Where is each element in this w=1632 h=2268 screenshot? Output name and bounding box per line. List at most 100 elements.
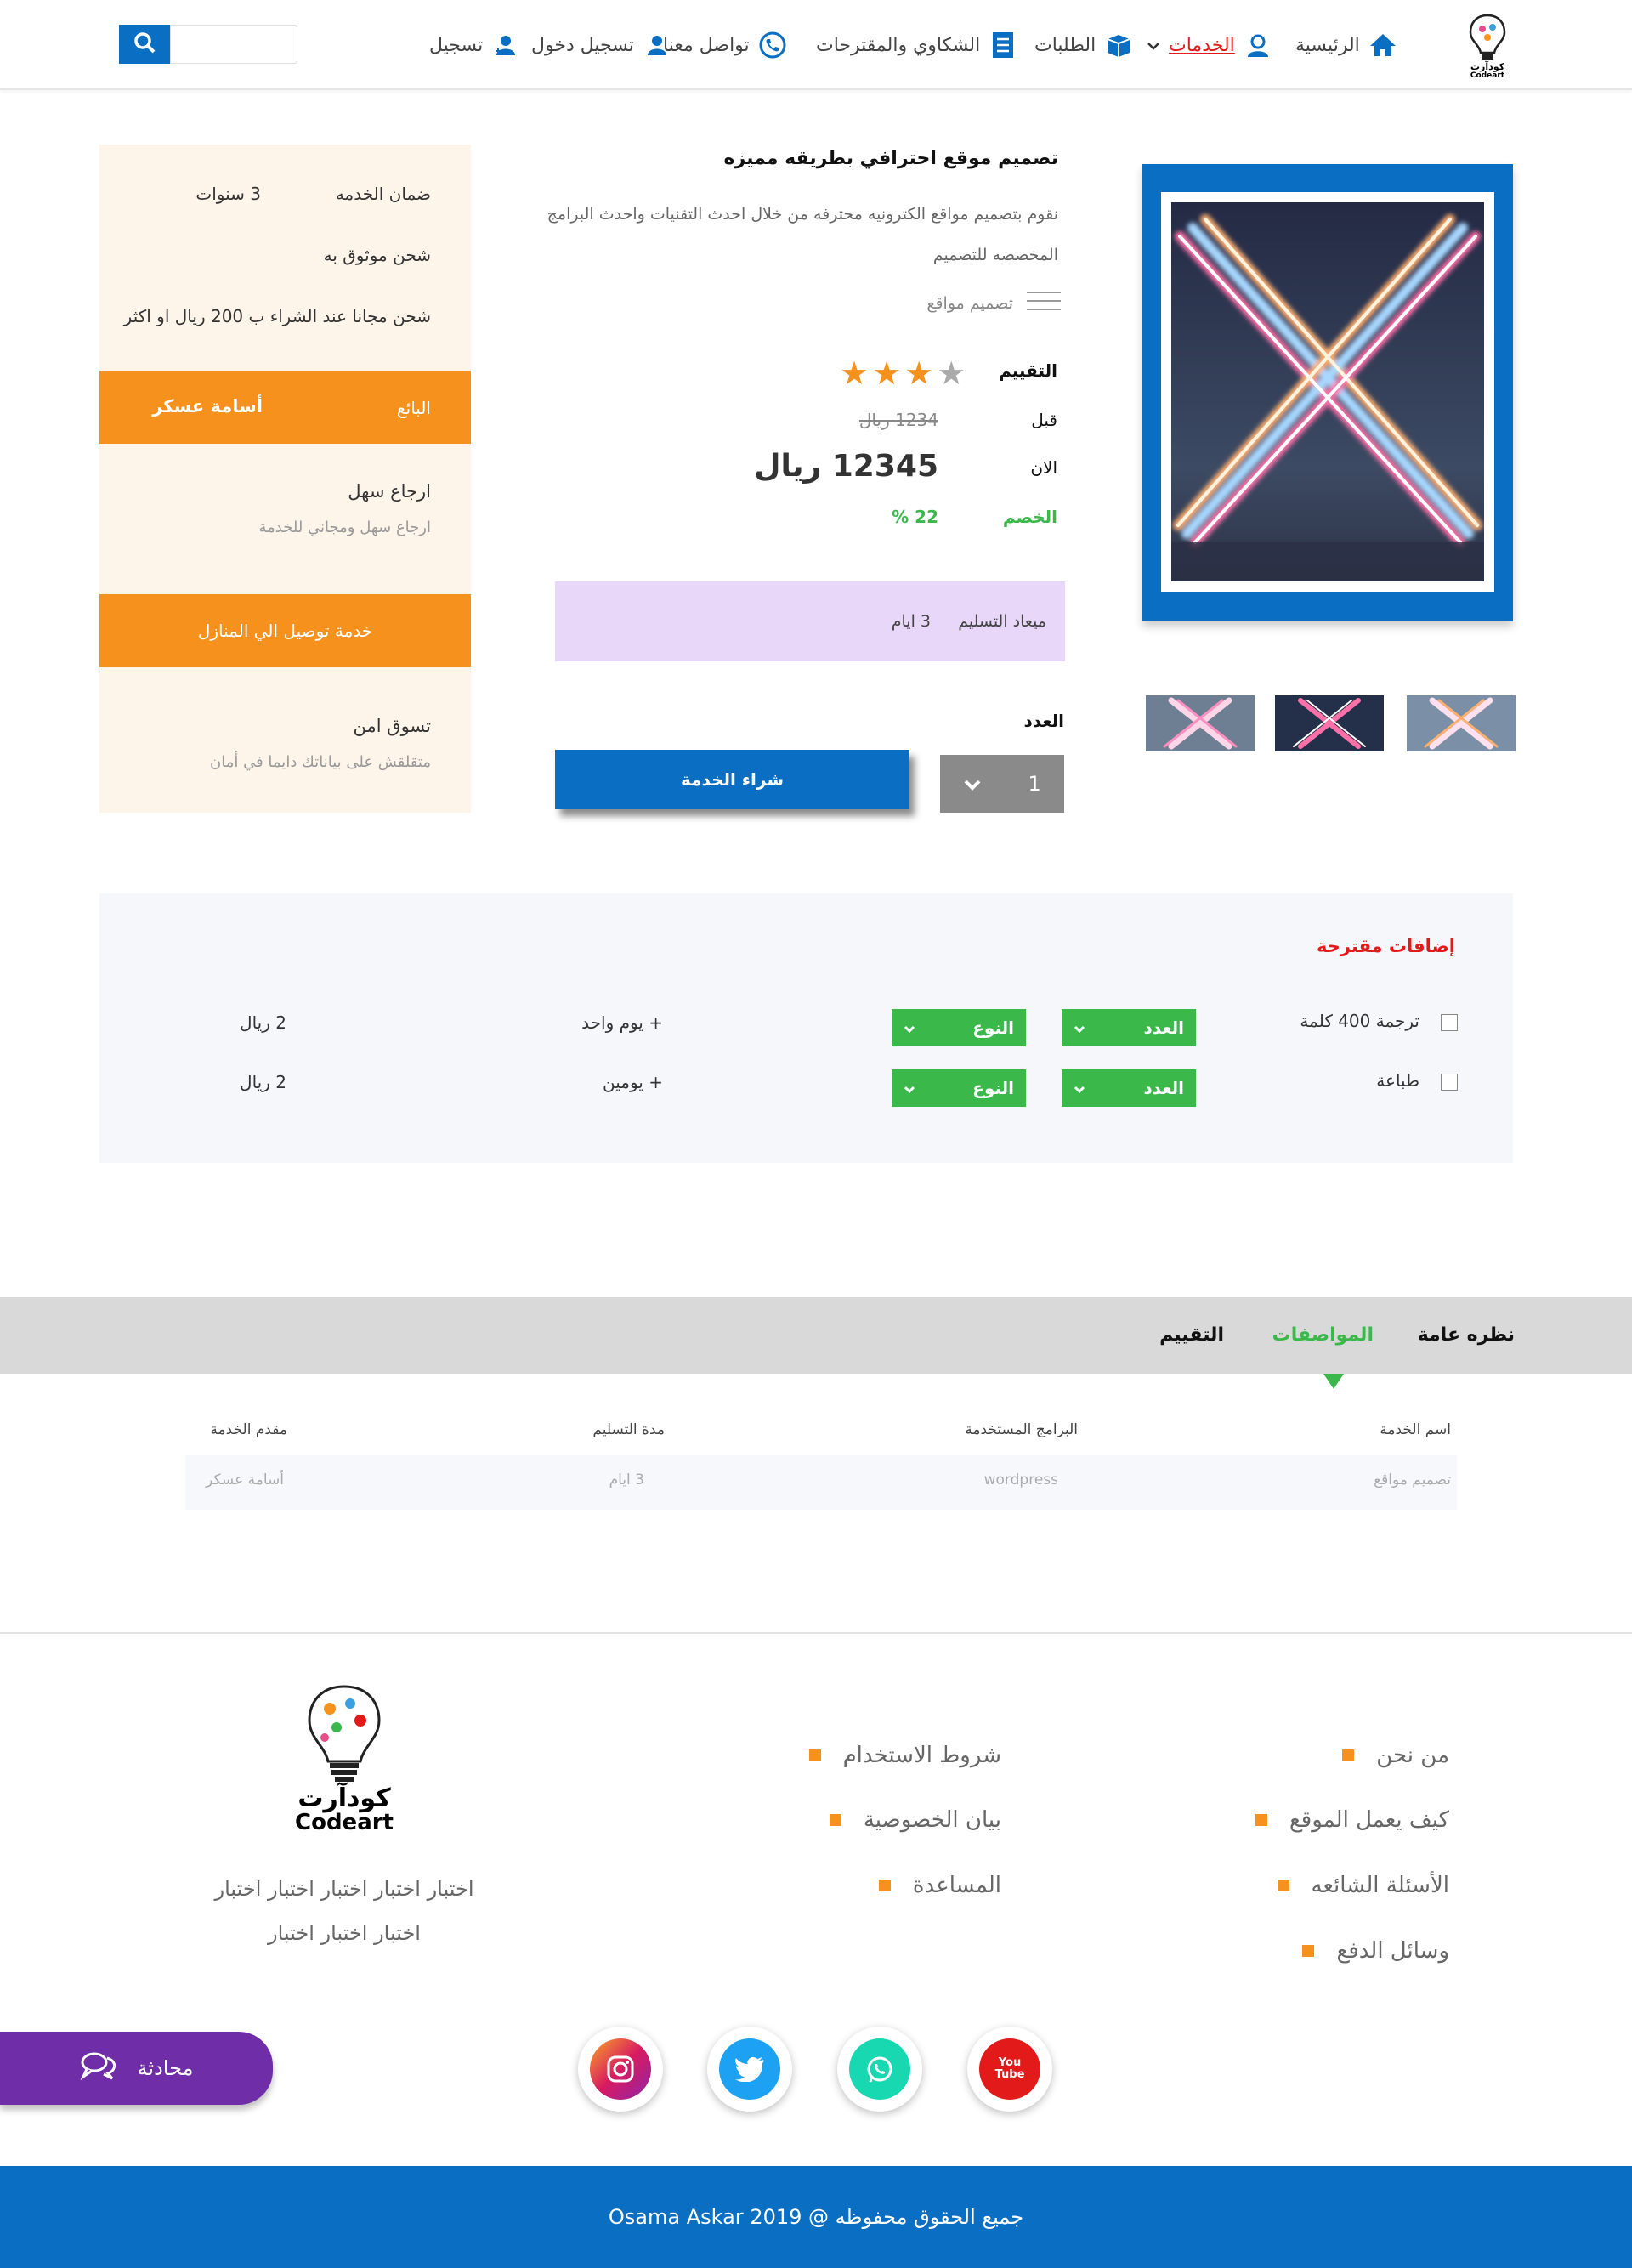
quantity-label: العدد: [1023, 711, 1064, 731]
rating-label: التقييم: [999, 360, 1057, 381]
addon-price: 2 ريال: [240, 1012, 286, 1033]
delivery-label: ميعاد التسليم: [958, 612, 1046, 631]
footer-logo[interactable]: كودآرت Codeart: [289, 1683, 400, 1835]
tab-specs[interactable]: المواصفات: [1272, 1324, 1374, 1346]
category-label: تصميم مواقع: [926, 293, 1013, 313]
footer-link[interactable]: الأسئلة الشائعه: [1277, 1873, 1449, 1898]
nav-complaints-label: الشكاوي والمقترحات: [816, 34, 981, 56]
nav-orders-label: الطلبات: [1034, 34, 1096, 56]
search-input[interactable]: [170, 25, 298, 64]
youtube-button[interactable]: You Tube: [967, 2027, 1052, 2112]
bullet-icon: [878, 1880, 891, 1891]
service-info-panel: ضمان الخدمه 3 سنوات شحن موثوق به شحن مجا…: [99, 145, 471, 813]
nav-login[interactable]: تسجيل دخول: [531, 26, 672, 65]
product-thumbnail[interactable]: [1146, 695, 1255, 751]
star-filled-icon: ★: [904, 354, 934, 392]
addon-checkbox[interactable]: [1441, 1074, 1458, 1091]
twitter-icon: [719, 2038, 780, 2100]
details-tabs: نظره عامة المواصفات التقييم: [0, 1297, 1632, 1374]
whatsapp-icon: [849, 2038, 910, 2100]
spec-header: مقدم الخدمة: [210, 1421, 287, 1438]
addon-price: 2 ريال: [240, 1072, 286, 1092]
footer-link[interactable]: من نحن: [1342, 1743, 1449, 1768]
footer-link[interactable]: وسائل الدفع: [1302, 1938, 1449, 1964]
chat-button[interactable]: محادثة: [0, 2032, 273, 2105]
product-title: تصميم موقع احترافي بطريقه مميزه: [723, 148, 1058, 169]
addon-duration: + يومين: [603, 1072, 663, 1092]
product-thumbnail[interactable]: [1275, 695, 1384, 751]
now-price: 12345 ريال: [754, 449, 938, 484]
product-thumbnail[interactable]: [1407, 695, 1516, 751]
user-add-icon: [491, 31, 520, 60]
footer-about-line: اختبار اختبار اختبار اختبار اختبار: [214, 1877, 474, 1901]
spec-row: [185, 1455, 1457, 1510]
return-subtitle: ارجاع سهل ومجاني للخدمة: [258, 519, 431, 536]
footer-link[interactable]: شروط الاستخدام: [808, 1743, 1001, 1768]
nav-complaints[interactable]: الشكاوي والمقترحات: [816, 26, 1017, 65]
quantity-select[interactable]: 1: [940, 755, 1064, 813]
copyright-text: جميع الحقوق محفوظه @ 2019 Osama Askar: [608, 2205, 1024, 2229]
addon-name: طباعة: [1376, 1070, 1420, 1091]
home-delivery-bar[interactable]: خدمة توصيل الي المنازل: [99, 594, 471, 667]
seller-bar[interactable]: البائع أسامة عسكر: [99, 371, 471, 444]
chevron-down-icon: [904, 1078, 915, 1098]
addon-count-label: العدد: [1143, 1018, 1184, 1038]
addon-type-select[interactable]: النوع: [892, 1069, 1026, 1107]
product-description: نقوم بتصميم مواقع الكترونيه محترفه من خل…: [547, 205, 1058, 264]
tab-reviews[interactable]: التقييم: [1159, 1324, 1224, 1346]
logo[interactable]: كودآرت Codeart: [1464, 12, 1511, 80]
footer-link-label: وسائل الدفع: [1336, 1938, 1449, 1964]
chevron-down-icon: [1147, 35, 1160, 56]
addon-name: ترجمة 400 كلمة: [1300, 1011, 1420, 1031]
product-category[interactable]: تصميم مواقع: [926, 291, 1061, 315]
bullet-icon: [808, 1749, 821, 1761]
copyright-bar: جميع الحقوق محفوظه @ 2019 Osama Askar: [0, 2166, 1632, 2268]
footer-link[interactable]: بيان الخصوصية: [829, 1807, 1001, 1833]
addon-count-select[interactable]: العدد: [1062, 1069, 1196, 1107]
addon-count-select[interactable]: العدد: [1062, 1009, 1196, 1046]
buy-service-button[interactable]: شراء الخدمة: [555, 750, 910, 809]
svg-text:كودآرت: كودآرت: [1470, 60, 1505, 72]
addon-type-label: النوع: [972, 1078, 1014, 1098]
addon-checkbox[interactable]: [1441, 1014, 1458, 1031]
spec-value: 3 ايام: [609, 1471, 644, 1488]
footer-link-label: شروط الاستخدام: [842, 1743, 1001, 1768]
nav-register[interactable]: تسجيل: [429, 26, 520, 65]
support-icon: [1244, 31, 1272, 60]
footer-link[interactable]: المساعدة: [878, 1873, 1001, 1898]
spec-value: تصميم مواقع: [1374, 1471, 1451, 1488]
hamburger-icon: [1027, 291, 1061, 315]
whatsapp-button[interactable]: [837, 2027, 922, 2112]
bullet-icon: [1255, 1814, 1267, 1826]
bullet-icon: [1302, 1945, 1315, 1957]
product-main-image[interactable]: [1142, 164, 1513, 621]
svg-text:Codeart: Codeart: [1470, 71, 1505, 78]
before-price-label: قبل: [1031, 410, 1057, 430]
spec-header: البرامج المستخدمة: [965, 1421, 1078, 1438]
nav-home[interactable]: الرئيسية: [1295, 26, 1397, 65]
footer-link[interactable]: كيف يعمل الموقع: [1255, 1807, 1449, 1833]
discount-label: الخصم: [1002, 507, 1057, 527]
phone-icon: [758, 31, 787, 60]
addon-type-select[interactable]: النوع: [892, 1009, 1026, 1046]
chevron-down-icon: [904, 1018, 915, 1038]
nav-services[interactable]: الخدمات: [1147, 26, 1272, 65]
nav-orders[interactable]: الطلبات: [1034, 26, 1133, 65]
return-title: ارجاع سهل: [348, 481, 431, 502]
youtube-text: You Tube: [994, 2056, 1025, 2081]
twitter-button[interactable]: [707, 2027, 792, 2112]
neon-x-artwork: [1171, 202, 1484, 581]
search-button[interactable]: [119, 25, 170, 64]
instagram-button[interactable]: [578, 2027, 663, 2112]
header: كودآرت Codeart الرئيسية الخدمات الطلبات …: [0, 0, 1632, 90]
youtube-icon: You Tube: [979, 2038, 1040, 2100]
nav-services-label: الخدمات: [1169, 34, 1235, 56]
tab-overview[interactable]: نظره عامة: [1418, 1324, 1515, 1346]
rating-stars[interactable]: ★ ★ ★ ★: [840, 357, 966, 389]
instagram-icon: [590, 2038, 651, 2100]
search-icon: [133, 31, 156, 57]
bullet-icon: [829, 1814, 842, 1826]
nav-contact[interactable]: تواصل معنا: [663, 26, 787, 65]
chevron-down-icon: [1074, 1018, 1085, 1038]
addons-title: إضافات مقترحة: [1316, 936, 1455, 956]
